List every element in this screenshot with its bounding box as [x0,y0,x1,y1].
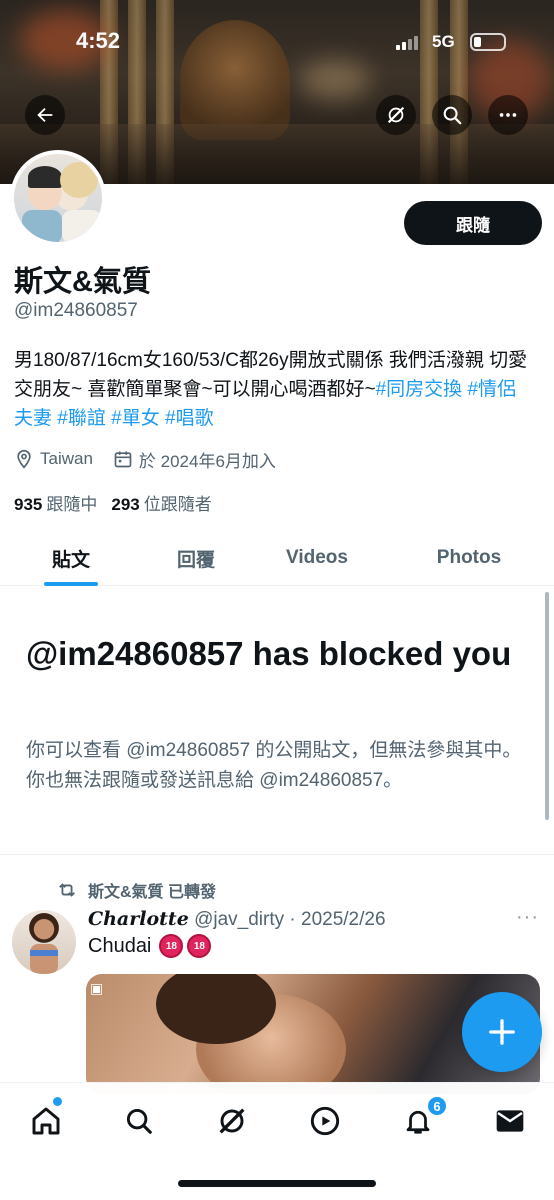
nav-search[interactable] [117,1099,161,1143]
post-author-name[interactable]: Charlotte [88,908,189,930]
profile-bio: 男180/87/16cm女160/53/C都26y開放式關係 我們活潑親 切愛交… [14,346,534,433]
profile-meta: Taiwan 於 2024年6月加入 [14,447,276,471]
nav-grok[interactable] [210,1099,254,1143]
more-options-button[interactable] [488,95,528,135]
post-author-avatar[interactable] [12,910,76,974]
signal-icon [396,36,420,50]
network-type: 5G [432,32,455,51]
home-unread-dot [53,1097,62,1106]
tab-replies[interactable]: 回覆 [126,530,266,586]
followers-count: 293 [111,495,140,514]
retweet-indicator[interactable]: 斯文&氣質 已轉發 [56,878,216,902]
following-link[interactable]: 935 跟隨中 [14,490,97,515]
battery-icon [470,33,506,51]
blocked-title: @im24860857 has blocked you [26,635,512,672]
blocked-description: 你可以查看 @im24860857 的公開貼文，但無法參與其中。你也無法跟隨或發… [26,740,522,791]
grok-button[interactable] [376,95,416,135]
profile-display-name: 斯文&氣質 [14,266,151,298]
tab-videos[interactable]: Videos [246,530,388,586]
post-body: Chudai [88,934,152,957]
retweet-icon [56,879,78,901]
age-restricted-icon: 18 [187,934,212,958]
status-time: 4:52 [76,28,121,53]
scrollbar[interactable] [545,592,549,820]
video-icon [310,1106,340,1136]
home-icon [32,1107,60,1135]
grok-icon [387,106,405,124]
calendar-icon [113,449,133,469]
bio-hashtag[interactable]: #同房交換 [376,379,463,400]
arrow-left-icon [37,107,53,123]
post-handle-date[interactable]: @jav_dirty · 2025/2/26 [194,909,385,930]
profile-stats: 935 跟隨中 293 位跟隨者 [14,490,212,515]
profile-handle: @im24860857 [14,300,138,321]
followers-link[interactable]: 293 位跟隨者 [111,490,211,515]
post-header: Charlotte @jav_dirty · 2025/2/26 [88,908,386,931]
compose-button[interactable] [462,992,542,1072]
profile-joined: 於 2024年6月加入 [138,451,276,471]
post-more-button[interactable]: ··· [516,906,539,929]
status-bar: 4:52 5G [0,0,554,80]
search-icon [443,106,462,125]
nav-messages[interactable] [488,1099,532,1143]
watermark-icon: ▣ [90,980,104,996]
post-text: Chudai 18 18 [88,934,212,958]
more-icon [499,113,517,117]
search-icon [126,1108,152,1134]
back-button[interactable] [25,95,65,135]
bio-hashtag[interactable]: #單女 [111,408,160,429]
follow-button[interactable]: 跟隨 [404,201,542,245]
tab-posts[interactable]: 貼文 [0,530,142,586]
notification-badge: 6 [426,1095,448,1117]
search-profile-button[interactable] [432,95,472,135]
nav-video[interactable] [303,1099,347,1143]
nav-home[interactable] [24,1099,68,1143]
bio-hashtag[interactable]: #聯誼 [57,408,106,429]
messages-icon [496,1110,524,1132]
following-label: 跟隨中 [46,495,98,514]
bio-hashtag[interactable]: #唱歌 [165,408,214,429]
location-icon [14,449,34,469]
following-count: 935 [14,495,43,514]
home-indicator[interactable] [178,1180,376,1187]
divider [0,854,554,855]
tab-photos[interactable]: Photos [398,530,540,586]
profile-location: Taiwan [40,449,93,468]
age-restricted-icon: 18 [159,934,184,958]
active-tab-indicator [44,582,98,586]
retweeted-by: 斯文&氣質 已轉發 [88,884,217,901]
followers-label: 位跟隨者 [143,495,212,514]
grok-icon [219,1108,245,1134]
profile-avatar[interactable] [10,150,106,246]
plus-icon [489,1019,515,1045]
profile-tabs: 貼文 回覆 Videos Photos [0,530,554,586]
